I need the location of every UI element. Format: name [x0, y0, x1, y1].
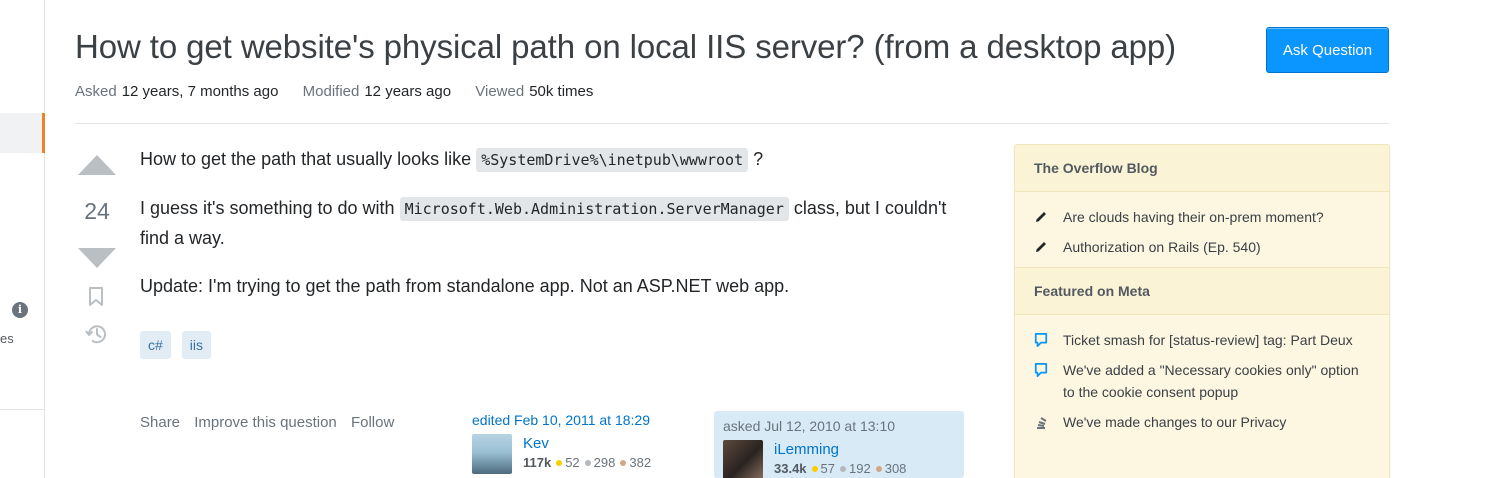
stack-icon	[1034, 411, 1048, 433]
meta-modified: Modified 12 years ago	[302, 83, 452, 100]
blog-header: The Overflow Blog	[1015, 145, 1389, 192]
meta-item[interactable]: Ticket smash for [status-review] tag: Pa…	[1034, 329, 1370, 351]
inline-code-path: %SystemDrive%\inetpub\wwwroot	[476, 148, 749, 172]
asker-name[interactable]: iLemming	[774, 440, 906, 459]
question-body: How to get the path that usually looks l…	[140, 145, 980, 320]
asker-stats: 33.4k 57 192 308	[774, 461, 907, 476]
silver-badge-icon	[840, 466, 847, 472]
downvote-icon[interactable]	[78, 248, 116, 268]
blog-item-text[interactable]: Are clouds having their on-prem moment?	[1063, 206, 1324, 228]
edited-timestamp[interactable]: edited Feb 10, 2011 at 18:29	[472, 412, 692, 428]
gold-badge-icon	[811, 466, 818, 472]
info-icon[interactable]: i	[12, 302, 28, 318]
bronze-badge-icon	[620, 460, 627, 466]
asker-info: iLemming 33.4k 57 192 308	[774, 440, 906, 478]
tag-csharp[interactable]: c#	[140, 331, 171, 359]
speech-bubble-icon	[1034, 329, 1048, 351]
editor-user-row: Kev 117k 52 298 382	[472, 434, 692, 474]
history-icon[interactable]	[85, 323, 108, 345]
avatar[interactable]	[472, 434, 512, 474]
reputation: 33.4k	[774, 461, 807, 476]
reputation: 117k	[523, 455, 552, 470]
improve-question-link[interactable]: Improve this question	[194, 414, 337, 431]
pencil-icon	[1034, 236, 1048, 258]
pencil-icon	[1034, 206, 1048, 228]
meta-asked: Asked 12 years, 7 months ago	[75, 83, 279, 100]
body-paragraph-2: I guess it's something to do with Micros…	[140, 197, 947, 248]
blog-list: Are clouds having their on-prem moment? …	[1015, 192, 1389, 267]
inline-code-class: Microsoft.Web.Administration.ServerManag…	[399, 197, 789, 221]
meta-item[interactable]: We've added a "Necessary cookies only" o…	[1034, 359, 1370, 403]
vote-count: 24	[84, 198, 110, 224]
upvote-icon[interactable]	[78, 155, 116, 175]
sidebar-item-label-fragment[interactable]: es	[0, 331, 14, 346]
meta-item-text[interactable]: Ticket smash for [status-review] tag: Pa…	[1063, 329, 1353, 351]
sidebar-item-active[interactable]	[0, 113, 45, 153]
meta-header: Featured on Meta	[1015, 267, 1389, 315]
asked-timestamp[interactable]: asked Jul 12, 2010 at 13:10	[723, 418, 955, 434]
speech-bubble-icon	[1034, 359, 1048, 381]
silver-badge-icon	[584, 460, 591, 466]
editor-info: Kev 117k 52 298 382	[523, 434, 651, 474]
body-paragraph-1: How to get the path that usually looks l…	[140, 145, 980, 175]
sidebar-divider	[0, 409, 45, 410]
post-menu: Share Improve this question Follow	[140, 414, 404, 431]
tag-list: c# iis	[140, 331, 212, 359]
gold-badge-icon	[556, 460, 563, 466]
blog-item[interactable]: Authorization on Rails (Ep. 540)	[1034, 236, 1370, 258]
bronze-badge-icon	[875, 466, 882, 472]
share-link[interactable]: Share	[140, 414, 180, 431]
blog-item[interactable]: Are clouds having their on-prem moment?	[1034, 206, 1370, 228]
blog-item-text[interactable]: Authorization on Rails (Ep. 540)	[1063, 236, 1261, 258]
meta-viewed: Viewed 50k times	[475, 83, 594, 100]
meta-item[interactable]: We've made changes to our Privacy	[1034, 411, 1370, 433]
bookmark-icon[interactable]	[89, 287, 103, 306]
asker-card: asked Jul 12, 2010 at 13:10 iLemming 33.…	[714, 411, 964, 478]
meta-item-text[interactable]: We've made changes to our Privacy	[1063, 411, 1286, 433]
body-paragraph-3: Update: I'm trying to get the path from …	[140, 276, 790, 296]
asker-user-row: iLemming 33.4k 57 192 308	[723, 440, 955, 478]
question-title[interactable]: How to get website's physical path on lo…	[75, 28, 1176, 66]
avatar[interactable]	[723, 440, 763, 478]
question-meta: Asked 12 years, 7 months ago Modified 12 y…	[75, 83, 613, 100]
editor-card: edited Feb 10, 2011 at 18:29 Kev 117k 52 2…	[472, 412, 692, 478]
follow-link[interactable]: Follow	[351, 414, 394, 431]
meta-item-text[interactable]: We've added a "Necessary cookies only" o…	[1063, 359, 1370, 403]
ask-question-button[interactable]: Ask Question	[1266, 27, 1389, 73]
tag-iis[interactable]: iis	[181, 331, 212, 359]
left-sidebar: i es	[0, 0, 45, 478]
overflow-blog-widget: The Overflow Blog Are clouds having thei…	[1014, 144, 1390, 478]
editor-name[interactable]: Kev	[523, 434, 651, 453]
header-divider	[75, 123, 1389, 124]
meta-list: Ticket smash for [status-review] tag: Pa…	[1015, 315, 1389, 442]
editor-stats: 117k 52 298 382	[523, 455, 652, 470]
